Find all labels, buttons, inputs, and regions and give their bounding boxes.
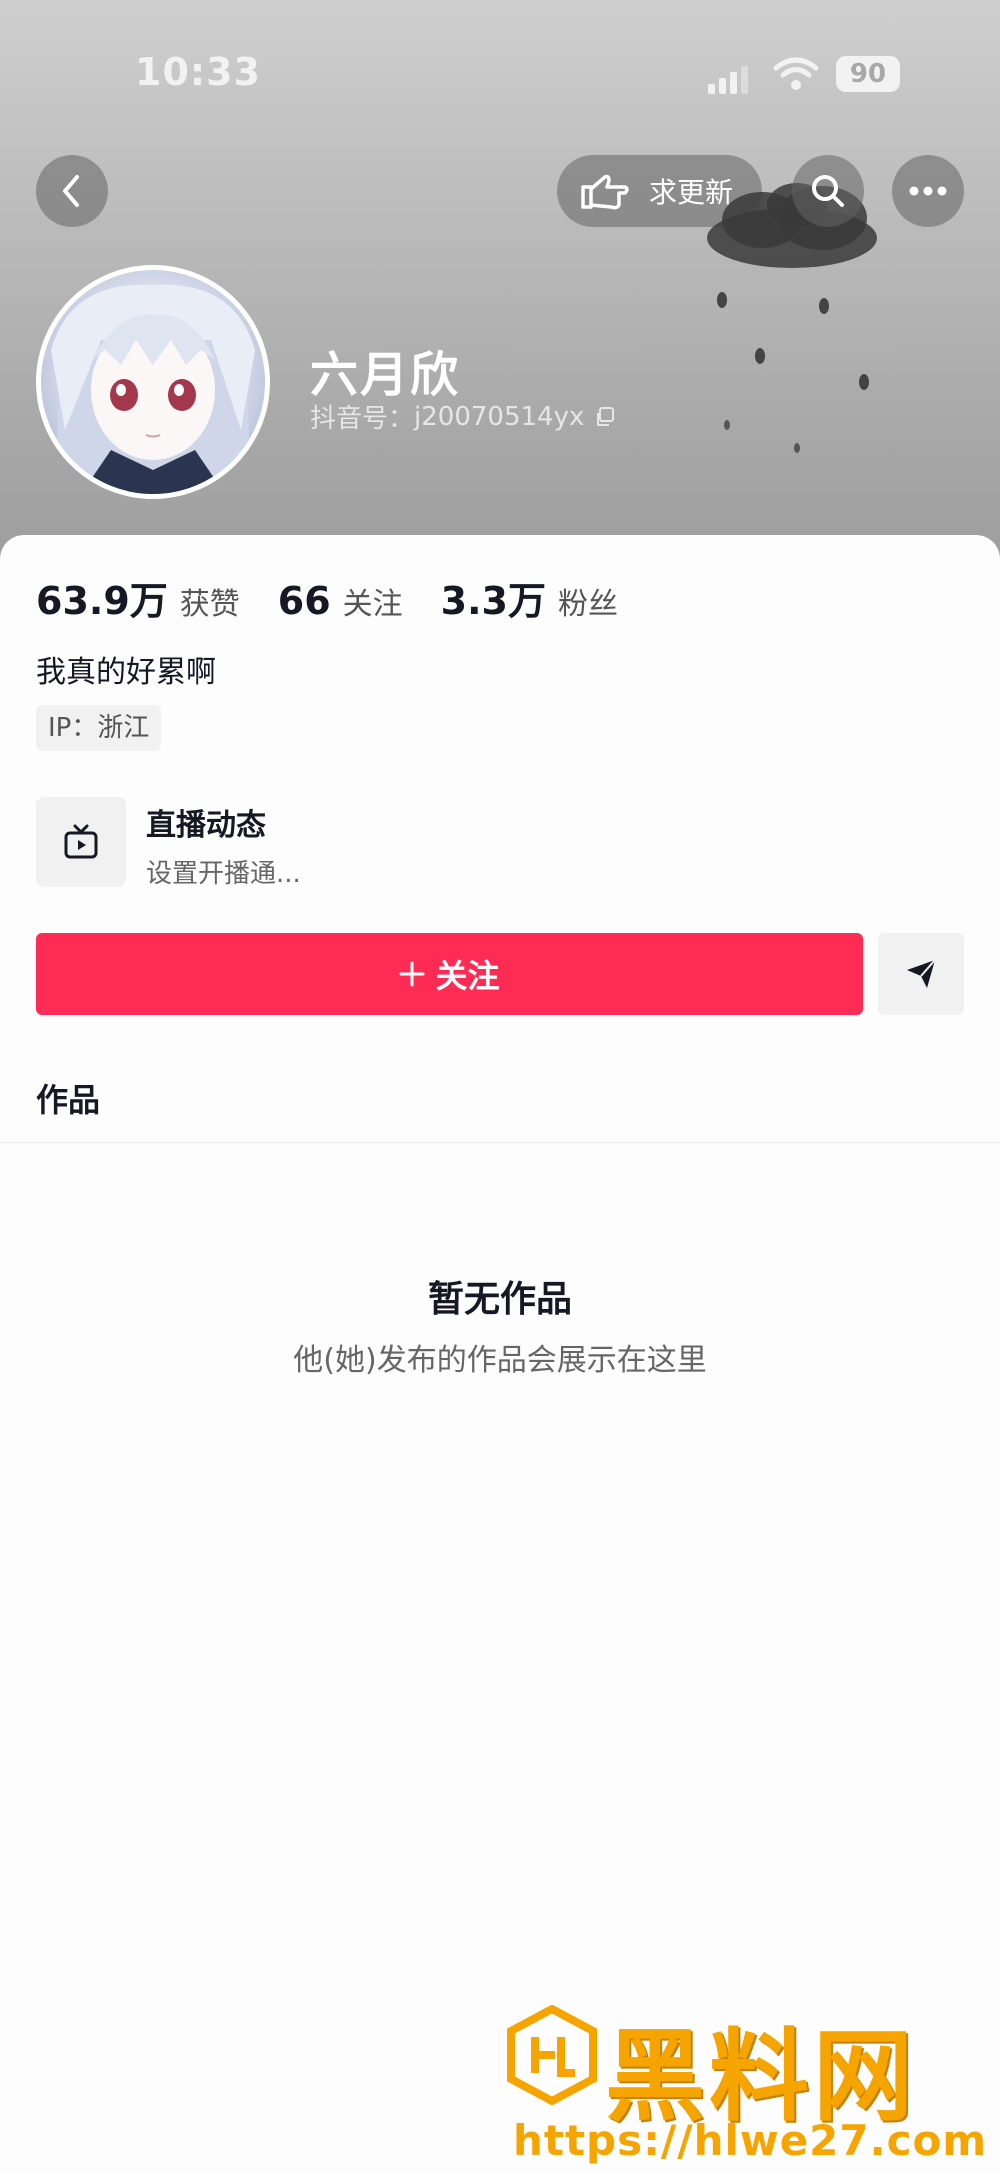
search-button[interactable] bbox=[792, 155, 864, 227]
plus-icon bbox=[399, 961, 425, 987]
following-label: 关注 bbox=[342, 587, 403, 622]
watermark: 黑料网 https://hlwe27.com bbox=[505, 2000, 986, 2170]
message-button[interactable] bbox=[878, 933, 964, 1015]
tab-works[interactable]: 作品 bbox=[36, 1075, 100, 1121]
more-button[interactable] bbox=[892, 155, 964, 227]
live-updates-title[interactable]: 直播动态 bbox=[146, 800, 266, 844]
following-count[interactable]: 66 bbox=[278, 579, 331, 623]
profile-card: 63.9万 获赞 66 关注 3.3万 粉丝 我真的好累啊 IP：浙江 直播动态… bbox=[0, 535, 1000, 2173]
profile-header: 10:33 90 求更新 六月欣 抖音号： j20070514yx bbox=[0, 0, 1000, 560]
copy-icon[interactable] bbox=[594, 406, 616, 428]
back-icon bbox=[63, 175, 79, 207]
follow-label: 关注 bbox=[435, 957, 500, 995]
avatar[interactable] bbox=[36, 265, 270, 499]
back-button[interactable] bbox=[36, 155, 108, 227]
rain-cloud-decoration bbox=[707, 183, 877, 453]
empty-state-title: 暂无作品 bbox=[427, 1279, 572, 1320]
profile-name: 六月欣 bbox=[310, 347, 461, 403]
search-icon bbox=[812, 175, 844, 207]
send-icon bbox=[907, 959, 936, 988]
battery-indicator: 90 bbox=[836, 56, 900, 92]
stats-row: 63.9万 获赞 66 关注 3.3万 粉丝 bbox=[36, 570, 656, 625]
likes-label: 获赞 bbox=[179, 587, 240, 622]
tab-divider bbox=[0, 1142, 1000, 1143]
watermark-logo bbox=[507, 2005, 597, 2105]
avatar-image bbox=[51, 284, 255, 494]
bio-text: 我真的好累啊 bbox=[36, 655, 216, 690]
signal-icon bbox=[708, 64, 748, 94]
followers-count[interactable]: 3.3万 bbox=[441, 570, 546, 625]
douyin-id[interactable]: 抖音号： j20070514yx bbox=[310, 398, 616, 435]
douyin-id-label: 抖音号： bbox=[310, 404, 415, 434]
douyin-id-value: j20070514yx bbox=[414, 401, 585, 432]
wifi-icon bbox=[773, 57, 819, 90]
more-icon bbox=[909, 186, 947, 196]
status-bar: 10:33 90 bbox=[0, 50, 1000, 100]
ip-location-badge: IP：浙江 bbox=[36, 705, 162, 751]
live-updates-subtitle: 设置开播通... bbox=[146, 859, 301, 889]
likes-count[interactable]: 63.9万 bbox=[36, 570, 168, 625]
pointing-hand-icon bbox=[581, 174, 629, 210]
follow-button[interactable]: 关注 bbox=[36, 933, 863, 1015]
empty-state-subtitle: 他(她)发布的作品会展示在这里 bbox=[293, 1343, 707, 1378]
tv-icon bbox=[64, 824, 98, 859]
followers-label: 粉丝 bbox=[557, 587, 618, 622]
status-time: 10:33 bbox=[135, 50, 261, 94]
watermark-url: https://hlwe27.com bbox=[513, 2116, 988, 2165]
live-updates-icon-box[interactable] bbox=[36, 797, 126, 887]
